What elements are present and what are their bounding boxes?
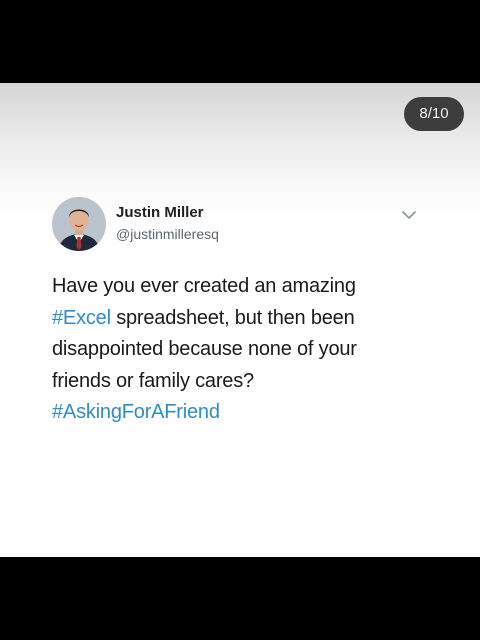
author-handle[interactable]: @justinmilleresq xyxy=(116,225,219,243)
tweet-line: disappointed because none of your xyxy=(52,338,357,360)
tweet-line: #Excel spreadsheet, but then been xyxy=(52,303,442,335)
tweet-card: Justin Miller @justinmilleresq Have you … xyxy=(0,83,480,557)
tweet-author: Justin Miller @justinmilleresq xyxy=(116,204,219,243)
tweet-text: Have you ever created an amazing #Excel … xyxy=(52,271,442,429)
author-name[interactable]: Justin Miller xyxy=(116,204,219,222)
hashtag-link[interactable]: #Excel xyxy=(52,307,111,329)
tweet-line: #AskingForAFriend xyxy=(52,397,442,429)
tweet-screenshot: 8/10 Justin Miller @justinmilleresq Have… xyxy=(0,83,480,557)
chevron-down-icon[interactable] xyxy=(400,208,418,220)
avatar-image xyxy=(52,197,106,251)
tweet-line: Have you ever created an amazing xyxy=(52,275,356,297)
avatar[interactable] xyxy=(52,197,106,251)
tweet-line-text: spreadsheet, but then been xyxy=(110,306,355,329)
hashtag-link[interactable]: #AskingForAFriend xyxy=(52,401,220,423)
tweet-line: friends or family cares? xyxy=(52,369,254,392)
